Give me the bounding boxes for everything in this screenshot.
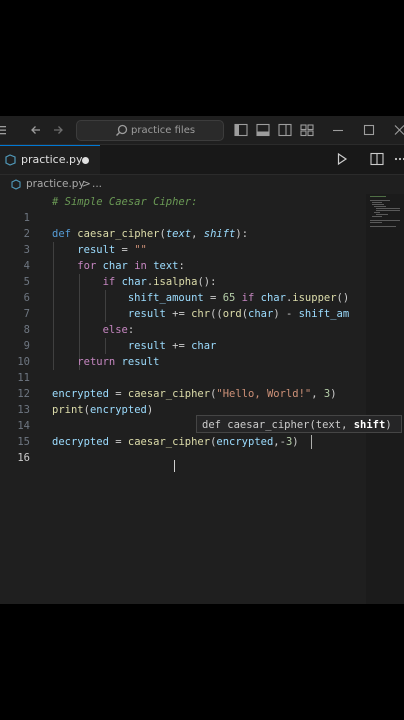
code-line: 5 for char in text: [0, 258, 370, 288]
line-content: return result [77, 356, 160, 368]
minimize-icon[interactable] [332, 122, 344, 138]
breadcrumb-separator: > [82, 178, 91, 190]
breadcrumb: practice.py > ... [0, 175, 404, 194]
toggle-secondary-sidebar-icon[interactable] [278, 122, 292, 138]
forward-arrow-icon[interactable] [52, 122, 64, 138]
line-content: decrypted = caesar_cipher(encrypted,-3) [52, 436, 299, 448]
code-line: 9 else: [0, 322, 370, 352]
line-content: else: [102, 324, 135, 336]
code-line: 13 encrypted = caesar_cipher("Hello, Wor… [0, 386, 370, 416]
search-icon [116, 124, 128, 136]
tooltip-active-parameter: shift [353, 419, 386, 431]
title-bar: practice files [0, 116, 404, 145]
unsaved-dot-icon[interactable] [82, 157, 89, 164]
customize-layout-icon[interactable] [300, 122, 314, 138]
line-content: shift_amount = 65 if char.isupper() [127, 292, 350, 304]
tab-practice-py[interactable]: practice.py [0, 145, 100, 174]
breadcrumb-file[interactable]: practice.py [26, 175, 85, 194]
mouse-ibeam-cursor [174, 460, 175, 472]
line-content: print(encrypted) [52, 404, 154, 416]
line-content: for char in text: [77, 260, 185, 272]
tooltip-signature-suffix: ) [385, 419, 392, 431]
code-line: 6 if char.isalpha(): [0, 274, 370, 304]
line-content: encrypted = caesar_cipher("Hello, World!… [52, 388, 337, 400]
back-arrow-icon[interactable] [30, 122, 42, 138]
vscode-window: practice files practice.py practice.py >… [0, 116, 404, 604]
code-line: 1 # Simple Caesar Cipher: [0, 194, 370, 224]
code-line-active: 16 decrypted = caesar_cipher(encrypted,-… [0, 434, 370, 464]
close-icon[interactable] [394, 122, 404, 138]
more-actions-icon[interactable] [394, 151, 404, 167]
line-content: # Simple Caesar Cipher: [52, 196, 198, 208]
code-line: 7 shift_amount = 65 if char.isupper() [0, 290, 370, 320]
editor-tab-bar: practice.py [0, 145, 404, 175]
menu-icon[interactable] [0, 122, 8, 138]
toggle-primary-sidebar-icon[interactable] [234, 122, 248, 138]
toggle-panel-icon[interactable] [256, 122, 270, 138]
command-center-search[interactable]: practice files [76, 120, 224, 141]
line-content: if char.isalpha(): [102, 276, 217, 288]
line-content: result += chr((ord(char) - shift_am [127, 308, 350, 320]
search-placeholder: practice files [131, 125, 196, 136]
code-line: 12 [0, 370, 370, 400]
code-editor[interactable]: 1 # Simple Caesar Cipher: 2 3 def caesar… [0, 194, 404, 604]
python-file-icon [5, 154, 16, 169]
code-line: 3 def caesar_cipher(text, shift): [0, 226, 370, 256]
maximize-icon[interactable] [363, 122, 375, 138]
tab-filename: practice.py [21, 153, 83, 166]
code-line: 11 return result [0, 354, 370, 384]
tooltip-signature-prefix: def caesar_cipher(text, [202, 419, 354, 431]
code-line: 2 [0, 210, 370, 240]
minimap[interactable] [366, 194, 404, 604]
line-content: def caesar_cipher(text, shift): [52, 228, 249, 240]
line-content: result = "" [77, 244, 147, 256]
line-content: result += char [127, 340, 217, 352]
code-line: 10 result += char [0, 338, 370, 368]
split-editor-icon[interactable] [370, 151, 384, 167]
breadcrumb-more[interactable]: ... [92, 175, 102, 194]
code-line: 4 result = "" [0, 242, 370, 272]
text-cursor [311, 435, 312, 449]
line-number: 16 [17, 452, 30, 464]
run-icon[interactable] [336, 151, 348, 167]
code-line: 8 result += chr((ord(char) - shift_am [0, 306, 370, 336]
signature-help-tooltip: def caesar_cipher(text, shift) [196, 415, 402, 433]
